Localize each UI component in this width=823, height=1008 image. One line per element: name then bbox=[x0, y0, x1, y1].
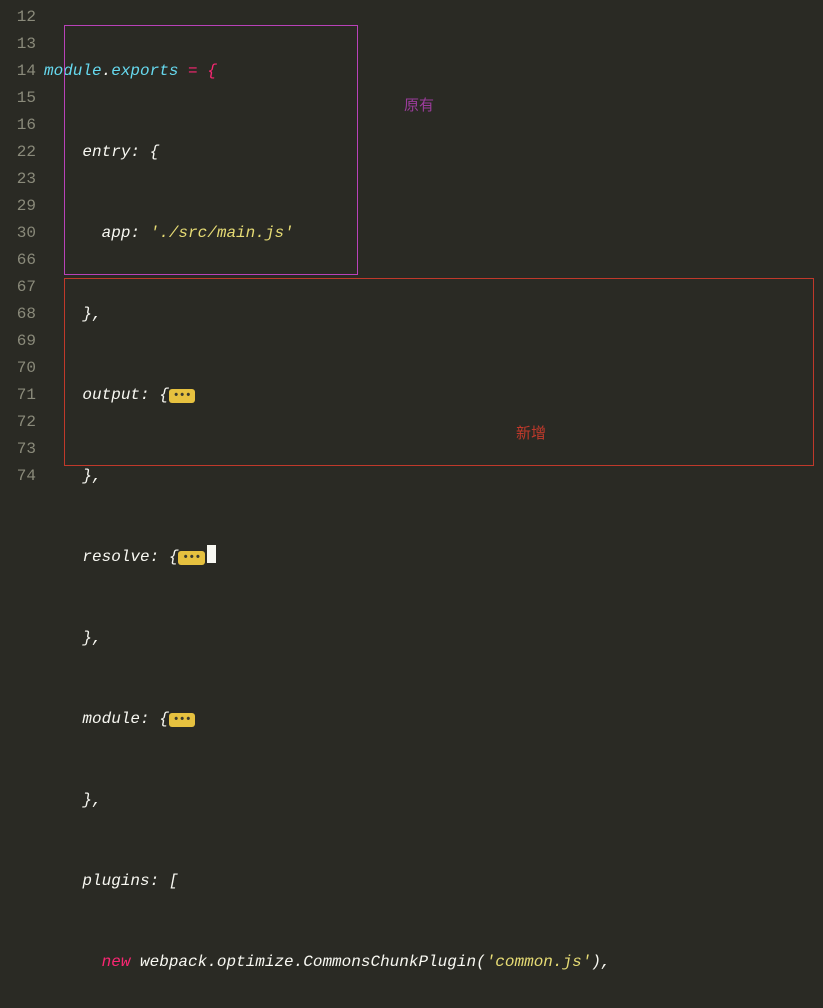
line-number: 22 bbox=[6, 139, 36, 166]
annotation-label-new: 新增 bbox=[516, 420, 546, 447]
line-number: 70 bbox=[6, 355, 36, 382]
line-gutter: 12 13 14 15 16 22 23 29 30 66 67 68 69 7… bbox=[0, 0, 44, 504]
code-line: module.exports = { bbox=[44, 58, 823, 85]
line-number: 67 bbox=[6, 274, 36, 301]
fold-icon[interactable]: ••• bbox=[169, 713, 195, 727]
fold-icon[interactable]: ••• bbox=[178, 551, 204, 565]
line-number: 74 bbox=[6, 463, 36, 490]
code-area[interactable]: module.exports = { entry: { app: './src/… bbox=[44, 0, 823, 504]
code-line: output: {••• bbox=[44, 382, 823, 409]
code-line: new webpack.optimize.CommonsChunkPlugin(… bbox=[44, 949, 823, 976]
line-number: 29 bbox=[6, 193, 36, 220]
code-line: plugins: [ bbox=[44, 868, 823, 895]
code-line: entry: { bbox=[44, 139, 823, 166]
code-line: }, bbox=[44, 301, 823, 328]
line-number: 12 bbox=[6, 4, 36, 31]
code-line: }, bbox=[44, 625, 823, 652]
line-number: 72 bbox=[6, 409, 36, 436]
line-number: 66 bbox=[6, 247, 36, 274]
line-number: 16 bbox=[6, 112, 36, 139]
line-number: 69 bbox=[6, 328, 36, 355]
code-line: module: {••• bbox=[44, 706, 823, 733]
line-number: 71 bbox=[6, 382, 36, 409]
text-cursor bbox=[207, 545, 216, 563]
code-line: app: './src/main.js' bbox=[44, 220, 823, 247]
code-line: }, bbox=[44, 463, 823, 490]
line-number: 15 bbox=[6, 85, 36, 112]
line-number: 13 bbox=[6, 31, 36, 58]
fold-icon[interactable]: ••• bbox=[169, 389, 195, 403]
line-number: 23 bbox=[6, 166, 36, 193]
code-line: }, bbox=[44, 787, 823, 814]
line-number: 73 bbox=[6, 436, 36, 463]
line-number: 68 bbox=[6, 301, 36, 328]
code-editor[interactable]: 12 13 14 15 16 22 23 29 30 66 67 68 69 7… bbox=[0, 0, 823, 504]
code-line: resolve: {••• bbox=[44, 544, 823, 571]
annotation-label-original: 原有 bbox=[404, 92, 434, 119]
line-number: 30 bbox=[6, 220, 36, 247]
line-number: 14 bbox=[6, 58, 36, 85]
